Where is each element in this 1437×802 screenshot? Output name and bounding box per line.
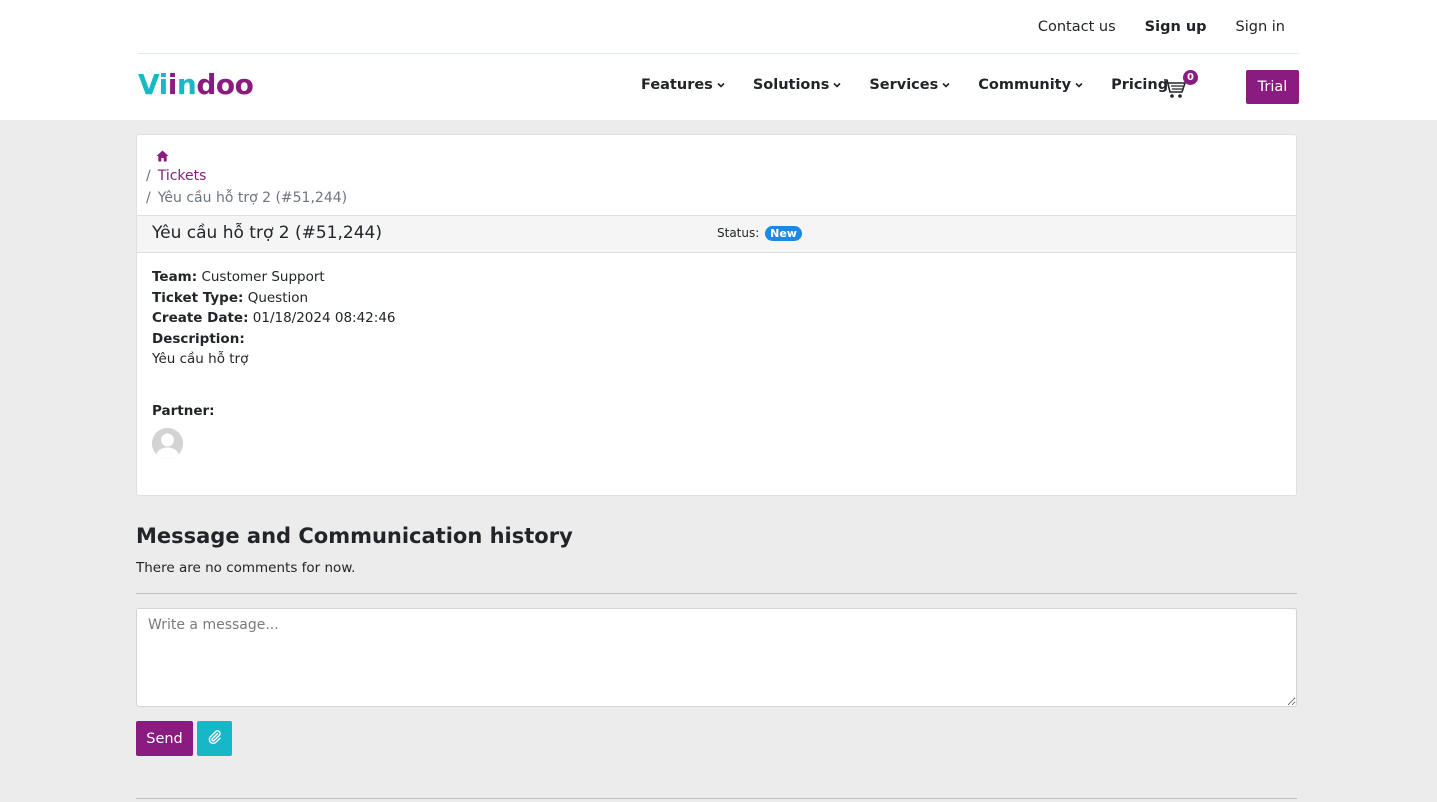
breadcrumb-home[interactable] [146, 145, 1296, 165]
nav-community[interactable]: Community [978, 77, 1083, 93]
contact-us-link[interactable]: Contact us [1038, 17, 1116, 37]
breadcrumb-separator: / [146, 168, 151, 184]
user-avatar-icon [152, 428, 183, 459]
breadcrumb: / Tickets / Yêu cầu hỗ trợ 2 (#51,244) [137, 135, 1296, 209]
team-value: Customer Support [201, 269, 325, 285]
nav-solutions[interactable]: Solutions [753, 77, 842, 93]
partner-avatar[interactable] [152, 428, 183, 459]
chevron-down-icon [1075, 82, 1083, 88]
home-icon [156, 150, 169, 162]
chevron-down-icon [833, 82, 841, 88]
nav-services[interactable]: Services [869, 77, 950, 93]
status-label: Status: [717, 226, 760, 240]
breadcrumb-current: Yêu cầu hỗ trợ 2 (#51,244) [157, 190, 348, 206]
send-button[interactable]: Send [136, 721, 193, 756]
nav-solutions-label: Solutions [752, 77, 830, 93]
main-nav: Viindoo Features Solutions Services Comm… [138, 54, 1299, 120]
paperclip-icon [208, 730, 221, 745]
chevron-down-icon [717, 82, 725, 88]
breadcrumb-separator: / [146, 190, 151, 206]
nav-pricing-label: Pricing [1111, 77, 1169, 93]
ticket-status: Status: New [717, 226, 802, 241]
viindoo-logo[interactable]: Viindoo [138, 68, 254, 101]
trial-button[interactable]: Trial [1246, 70, 1299, 104]
team-row: Team: Customer Support [152, 267, 396, 288]
date-value: 01/18/2024 08:42:46 [252, 310, 396, 326]
divider [136, 798, 1297, 799]
desc-label: Description: [152, 330, 245, 347]
date-row: Create Date: 01/18/2024 08:42:46 [152, 308, 396, 329]
cart-count-badge: 0 [1183, 70, 1198, 85]
chevron-down-icon [942, 82, 950, 88]
type-value: Question [247, 289, 309, 306]
desc-value: Yêu cầu hỗ trợ [152, 351, 249, 367]
ticket-details: Team: Customer Support Ticket Type: Ques… [152, 267, 396, 370]
cart-button[interactable]: 0 [1163, 70, 1199, 102]
divider [136, 593, 1297, 594]
nav-services-label: Services [869, 77, 939, 93]
ticket-card: / Tickets / Yêu cầu hỗ trợ 2 (#51,244) Yêu… [136, 134, 1297, 496]
type-row: Ticket Type: Question [152, 288, 396, 309]
attach-button[interactable] [197, 721, 232, 756]
nav-pricing[interactable]: Pricing [1111, 77, 1168, 93]
breadcrumb-tickets-link[interactable]: Tickets [158, 168, 207, 184]
site-header: Contact us Sign up Sign in Viindoo Featu… [0, 0, 1437, 120]
status-badge: New [765, 226, 802, 241]
top-bar: Contact us Sign up Sign in [138, 0, 1299, 54]
sign-up-link[interactable]: Sign up [1145, 17, 1207, 37]
desc-label-row: Description: [152, 329, 396, 350]
team-label: Team: [152, 269, 198, 285]
nav-features-label: Features [641, 77, 713, 93]
partner-label: Partner: [152, 403, 215, 419]
message-input[interactable] [136, 608, 1297, 707]
date-label: Create Date: [152, 310, 249, 326]
type-label: Ticket Type: [152, 289, 244, 306]
no-comments-text: There are no comments for now. [136, 560, 356, 576]
nav-features[interactable]: Features [641, 77, 725, 93]
sign-in-link[interactable]: Sign in [1236, 17, 1285, 37]
nav-community-label: Community [978, 77, 1072, 93]
ticket-header: Yêu cầu hỗ trợ 2 (#51,244) Status: New [137, 215, 1296, 253]
nav-menu: Features Solutions Services Community Pr… [641, 77, 1196, 93]
ticket-title: Yêu cầu hỗ trợ 2 (#51,244) [152, 223, 382, 243]
message-history-title: Message and Communication history [136, 524, 573, 548]
